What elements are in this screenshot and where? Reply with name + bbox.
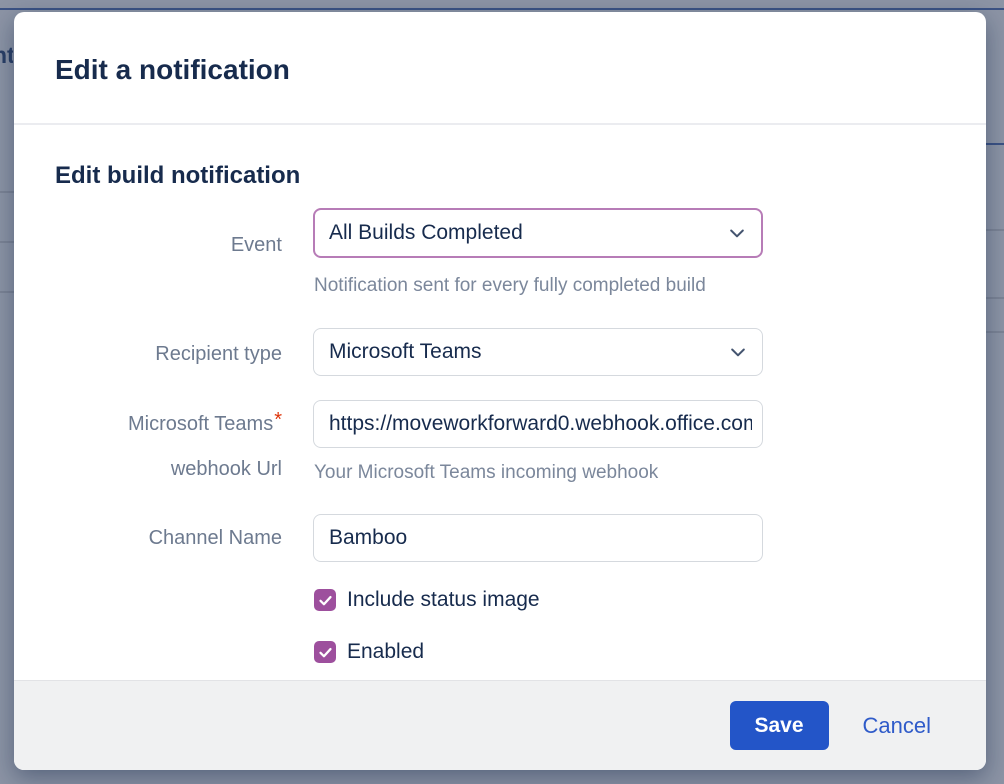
check-icon bbox=[318, 645, 333, 660]
background-row-divider bbox=[986, 297, 1004, 299]
background-page-rule bbox=[986, 143, 1004, 145]
background-row-divider bbox=[986, 229, 1004, 231]
check-icon bbox=[318, 593, 333, 608]
channel-name-label: Channel Name bbox=[52, 526, 282, 550]
background-page-rule bbox=[0, 8, 1004, 10]
include-status-image-checkbox[interactable] bbox=[314, 589, 336, 611]
recipient-type-select[interactable]: Microsoft Teams bbox=[313, 328, 763, 376]
required-asterisk: * bbox=[274, 409, 282, 431]
recipient-type-label: Recipient type bbox=[52, 342, 282, 366]
event-label: Event bbox=[52, 233, 282, 257]
event-help-text: Notification sent for every fully comple… bbox=[314, 275, 706, 297]
chevron-down-icon bbox=[727, 223, 747, 243]
webhook-label-line2: webhook Url bbox=[171, 458, 282, 480]
save-button[interactable]: Save bbox=[730, 701, 829, 750]
dialog-title: Edit a notification bbox=[55, 54, 290, 86]
enabled-label: Enabled bbox=[347, 640, 424, 664]
channel-name-input[interactable] bbox=[313, 514, 763, 562]
include-status-image-label: Include status image bbox=[347, 588, 540, 612]
event-select-value: All Builds Completed bbox=[329, 221, 523, 245]
background-partial-text: nt bbox=[0, 42, 13, 69]
enabled-checkbox[interactable] bbox=[314, 641, 336, 663]
webhook-url-label: Microsoft Teams* webhook Url bbox=[52, 402, 282, 492]
section-heading: Edit build notification bbox=[55, 162, 300, 190]
background-row-divider bbox=[0, 191, 14, 193]
background-row-divider bbox=[986, 331, 1004, 333]
header-divider bbox=[14, 123, 986, 125]
chevron-down-icon bbox=[728, 342, 748, 362]
include-status-image-row: Include status image bbox=[314, 588, 540, 612]
background-row-divider bbox=[0, 241, 14, 243]
dialog-footer: Save Cancel bbox=[14, 680, 986, 770]
webhook-label-line1: Microsoft Teams bbox=[128, 413, 273, 435]
enabled-row: Enabled bbox=[314, 640, 424, 664]
recipient-type-select-value: Microsoft Teams bbox=[329, 340, 482, 364]
event-select[interactable]: All Builds Completed bbox=[313, 208, 763, 258]
background-row-divider bbox=[0, 291, 14, 293]
cancel-link[interactable]: Cancel bbox=[863, 713, 931, 739]
edit-notification-dialog: Edit a notification Edit build notificat… bbox=[14, 12, 986, 770]
webhook-help-text: Your Microsoft Teams incoming webhook bbox=[314, 462, 658, 484]
webhook-url-input[interactable] bbox=[313, 400, 763, 448]
